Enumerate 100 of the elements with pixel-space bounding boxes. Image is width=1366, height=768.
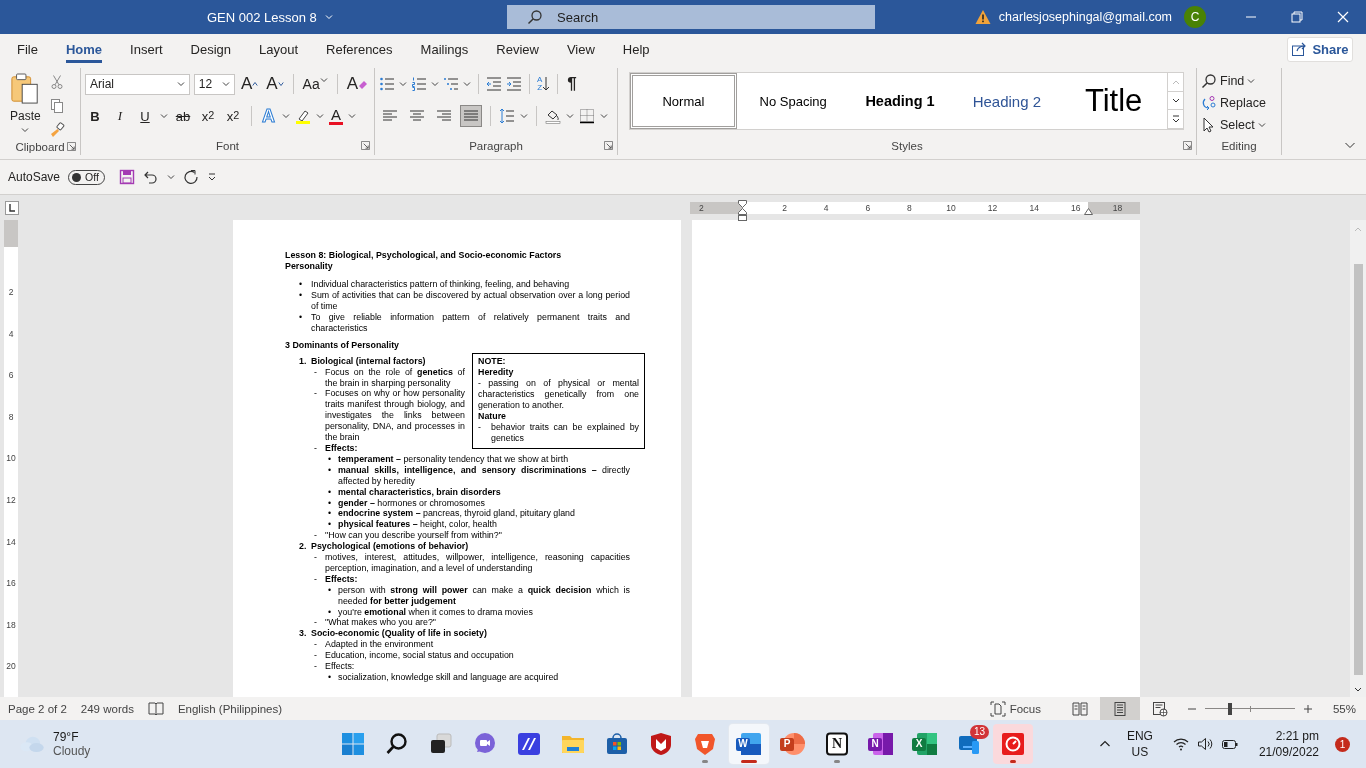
caret-icon[interactable] [463, 80, 471, 88]
style-option[interactable]: Heading 1 [846, 73, 954, 129]
font-color-button[interactable]: A [329, 107, 343, 125]
redo-icon[interactable] [182, 169, 199, 185]
paint-bucket-icon[interactable] [545, 108, 561, 124]
focus-button[interactable]: Focus [989, 700, 1041, 717]
ribbon-tab[interactable]: View [566, 34, 595, 64]
view-button[interactable] [1099, 697, 1140, 720]
notification-badge[interactable]: 1 [1335, 736, 1350, 752]
style-option[interactable]: Normal [630, 73, 737, 129]
ribbon-tab[interactable]: References [326, 34, 393, 64]
show-marks-button[interactable]: ¶ [565, 74, 579, 94]
taskbar-button[interactable]: N [817, 724, 857, 764]
line-spacing-icon[interactable] [499, 108, 515, 124]
scissors-icon[interactable] [48, 74, 65, 90]
caret-icon[interactable] [316, 112, 324, 120]
caret-icon[interactable] [176, 80, 185, 88]
superscript-button[interactable]: x$^{2}$ [223, 108, 243, 124]
scroll-down-icon[interactable] [1353, 686, 1363, 694]
ribbon-tab[interactable]: Design [190, 34, 232, 64]
caret-icon[interactable] [324, 13, 333, 21]
caret-icon[interactable] [221, 80, 230, 88]
dialog-launcher-icon[interactable] [604, 141, 613, 150]
scroll-thumb[interactable] [1353, 264, 1363, 675]
word-count[interactable]: 249 words [80, 702, 134, 715]
caret-icon[interactable] [399, 80, 407, 88]
caret-icon[interactable] [166, 173, 175, 181]
grow-font-button[interactable]: A [238, 74, 261, 94]
strikethrough-button[interactable]: ab [173, 108, 193, 124]
replace-button[interactable]: Replace [1201, 95, 1277, 111]
book-icon[interactable] [147, 700, 164, 717]
zoom-in-icon[interactable] [1302, 703, 1313, 714]
caret-icon[interactable] [600, 112, 608, 120]
caret-icon[interactable] [348, 112, 356, 120]
find-button[interactable]: Find [1201, 73, 1277, 89]
share-button[interactable]: Share [1287, 36, 1353, 62]
copy-icon[interactable] [48, 98, 65, 114]
zoom-slider[interactable] [1204, 702, 1295, 715]
dialog-launcher-icon[interactable] [67, 142, 76, 151]
paintbrush-icon[interactable] [48, 122, 65, 138]
indent-marker-icon[interactable] [738, 199, 747, 221]
save-icon[interactable] [118, 169, 135, 185]
decrease-indent-icon[interactable] [486, 76, 502, 92]
caret-icon[interactable] [282, 112, 290, 120]
italic-button[interactable]: I [110, 108, 130, 124]
speaker-icon[interactable] [1196, 736, 1213, 752]
taskbar-button[interactable]: N [861, 724, 901, 764]
search-field[interactable]: Search [507, 5, 875, 29]
weather-condition[interactable]: Cloudy [53, 744, 91, 758]
borders-icon[interactable] [579, 108, 595, 124]
ribbon-tab[interactable]: File [17, 34, 38, 64]
bulleted-list-icon[interactable] [379, 76, 395, 92]
slider-thumb[interactable] [1228, 702, 1233, 715]
customize-icon[interactable] [206, 172, 217, 182]
expand-gallery-icon[interactable] [1170, 114, 1181, 125]
warning-icon[interactable] [974, 9, 991, 25]
numbered-list-icon[interactable] [411, 76, 427, 92]
account-name[interactable]: charlesjosephingal@gmail.com [998, 10, 1172, 24]
document-title[interactable]: GEN 002 Lesson 8 [207, 9, 317, 25]
indent-marker-icon[interactable] [1084, 207, 1093, 215]
multilevel-list-icon[interactable] [443, 76, 459, 92]
ribbon-tab[interactable]: Review [496, 34, 539, 64]
ribbon-tab[interactable]: Help [622, 34, 650, 64]
clear-formatting-button[interactable]: A [344, 74, 370, 94]
sort-button[interactable]: A Z [537, 76, 551, 92]
page-count[interactable]: Page 2 of 2 [8, 702, 67, 715]
shrink-font-button[interactable]: A [264, 74, 286, 94]
change-case-button[interactable]: Aa [300, 76, 330, 92]
style-option[interactable]: No Spacing [739, 73, 847, 129]
taskbar-button[interactable]: 13 [949, 724, 989, 764]
increase-indent-icon[interactable] [506, 76, 522, 92]
scrollbar[interactable] [1350, 220, 1366, 697]
taskbar-button[interactable]: X [905, 724, 945, 764]
avatar[interactable]: C [1184, 6, 1206, 28]
ribbon-tab[interactable]: Mailings [420, 34, 469, 64]
clock[interactable]: 2:21 pm 21/09/2022 [1258, 728, 1319, 760]
clipboard-icon[interactable] [10, 72, 41, 106]
ribbon-tab[interactable]: Insert [130, 34, 163, 64]
caret-icon[interactable] [431, 80, 439, 88]
language-label[interactable]: English (Philippines) [177, 702, 283, 715]
caret-icon[interactable] [21, 126, 30, 134]
style-option[interactable]: Heading 2 [953, 73, 1061, 129]
bold-button[interactable]: B [85, 108, 105, 124]
taskbar-button[interactable]: W [729, 724, 769, 764]
select-button[interactable]: Select [1201, 117, 1277, 133]
dialog-launcher-icon[interactable] [1183, 141, 1192, 150]
caret-icon[interactable] [520, 112, 528, 120]
close-icon[interactable] [1335, 9, 1351, 25]
caret-icon[interactable] [160, 112, 168, 120]
ribbon-tab[interactable]: Layout [259, 34, 299, 64]
tab-stop-icon[interactable] [5, 200, 19, 215]
underline-button[interactable]: U [135, 108, 155, 124]
font-name-field[interactable]: Arial [85, 73, 190, 95]
highlighter-icon[interactable] [295, 108, 311, 124]
zoom-percent[interactable]: 55% [1332, 702, 1356, 715]
paste-button[interactable]: Paste [10, 109, 41, 123]
style-option[interactable]: Title [1060, 73, 1168, 129]
alignment-button[interactable] [460, 105, 482, 127]
restore-icon[interactable] [1289, 9, 1305, 25]
scroll-down-icon[interactable] [1170, 96, 1181, 105]
